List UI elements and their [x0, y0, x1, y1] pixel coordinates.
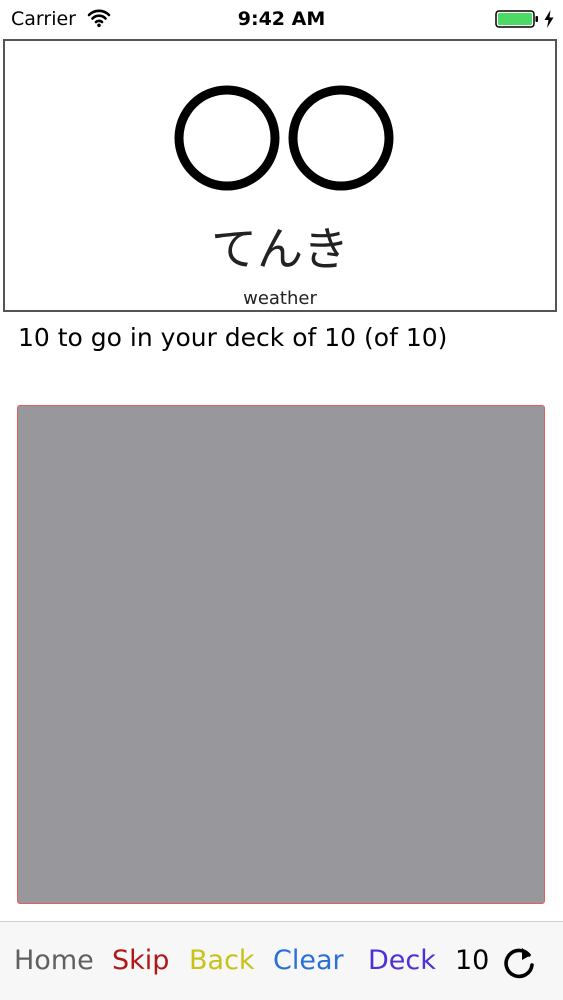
back-button[interactable]: Back [189, 944, 255, 978]
status-time: 9:42 AM [237, 8, 326, 30]
card-reading: てんき [211, 222, 349, 276]
home-button[interactable]: Home [14, 944, 94, 978]
clear-button[interactable]: Clear [273, 944, 344, 978]
drawing-canvas[interactable] [17, 405, 545, 904]
bolt-icon [544, 10, 554, 28]
bottom-toolbar: Home Skip Back Clear Deck 10 [0, 921, 563, 1000]
refresh-icon[interactable] [500, 944, 538, 982]
battery-icon [495, 10, 538, 28]
deck-progress-text: 10 to go in your deck of 10 (of 10) [18, 323, 448, 352]
deck-button[interactable]: Deck [368, 944, 436, 978]
deck-count: 10 [455, 945, 490, 976]
flash-card[interactable]: てんき weather [3, 39, 557, 312]
skip-button[interactable]: Skip [112, 944, 169, 978]
kanji-circles-art [174, 85, 394, 191]
card-meaning: weather [243, 288, 317, 309]
status-bar: Carrier 9:42 AM [0, 0, 563, 38]
